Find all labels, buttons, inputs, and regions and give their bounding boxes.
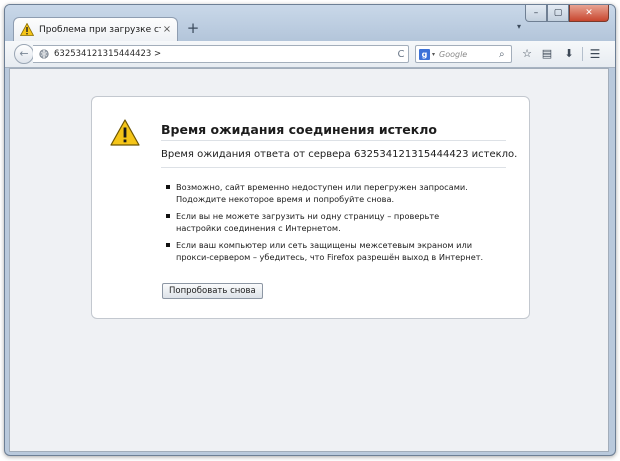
title-bar: Проблема при загрузке страницы × + ▾ – ▢… <box>5 5 615 41</box>
menu-icon[interactable]: ☰ <box>587 46 603 62</box>
minimize-button[interactable]: – <box>525 5 547 22</box>
tip-text: Если вы не можете загрузить ни одну стра… <box>176 211 440 233</box>
bullet-icon <box>166 243 170 247</box>
list-item: Возможно, сайт временно недоступен или п… <box>165 181 485 205</box>
url-text[interactable]: 632534121315444423 > <box>54 49 394 59</box>
browser-window: Проблема при загрузке страницы × + ▾ – ▢… <box>4 4 616 456</box>
window-controls: – ▢ ✕ <box>525 5 609 22</box>
tab-title: Проблема при загрузке страницы <box>39 24 161 35</box>
new-tab-button[interactable]: + <box>185 19 201 37</box>
toolbar-separator <box>582 47 583 61</box>
globe-icon <box>39 49 49 59</box>
tab-active[interactable]: Проблема при загрузке страницы × <box>13 17 178 41</box>
search-icon[interactable]: ⌕ <box>499 49 511 60</box>
tip-text: Если ваш компьютер или сеть защищены меж… <box>176 240 484 262</box>
tips-list: Возможно, сайт временно недоступен или п… <box>165 181 485 268</box>
tip-text: Возможно, сайт временно недоступен или п… <box>176 182 468 204</box>
description-divider <box>161 167 506 168</box>
error-description: Время ожидания ответа от сервера 6325341… <box>161 149 518 160</box>
tab-list-chevron-icon[interactable]: ▾ <box>517 22 521 31</box>
address-bar[interactable]: 632534121315444423 > C <box>33 45 409 63</box>
tab-close-icon[interactable]: × <box>161 24 173 35</box>
search-bar[interactable]: g ▾ Google ⌕ <box>415 45 512 63</box>
bookmark-star-icon[interactable]: ☆ <box>519 46 535 62</box>
warning-triangle-icon <box>110 119 140 146</box>
list-item: Если вы не можете загрузить ни одну стра… <box>165 210 485 234</box>
google-engine-icon[interactable]: g <box>419 48 430 60</box>
downloads-icon[interactable]: ⬇ <box>561 46 577 62</box>
navigation-toolbar: ← 632534121315444423 > C g ▾ Google ⌕ ☆ … <box>5 41 615 68</box>
back-button[interactable]: ← <box>14 44 34 64</box>
error-panel: Время ожидания соединения истекло Время … <box>91 96 530 319</box>
bullet-icon <box>166 185 170 189</box>
bookmarks-menu-icon[interactable]: ▤ <box>539 46 555 62</box>
error-title: Время ожидания соединения истекло <box>161 122 437 137</box>
maximize-button[interactable]: ▢ <box>547 5 569 22</box>
reload-icon[interactable]: C <box>394 49 408 60</box>
close-window-button[interactable]: ✕ <box>569 5 609 22</box>
bullet-icon <box>166 214 170 218</box>
warning-triangle-icon <box>20 23 34 36</box>
title-divider <box>161 140 506 141</box>
engine-dropdown-icon[interactable]: ▾ <box>432 51 435 58</box>
page-content: Время ожидания соединения истекло Время … <box>9 68 609 452</box>
list-item: Если ваш компьютер или сеть защищены меж… <box>165 239 485 263</box>
search-input[interactable]: Google <box>439 50 499 59</box>
try-again-button[interactable]: Попробовать снова <box>162 283 263 299</box>
